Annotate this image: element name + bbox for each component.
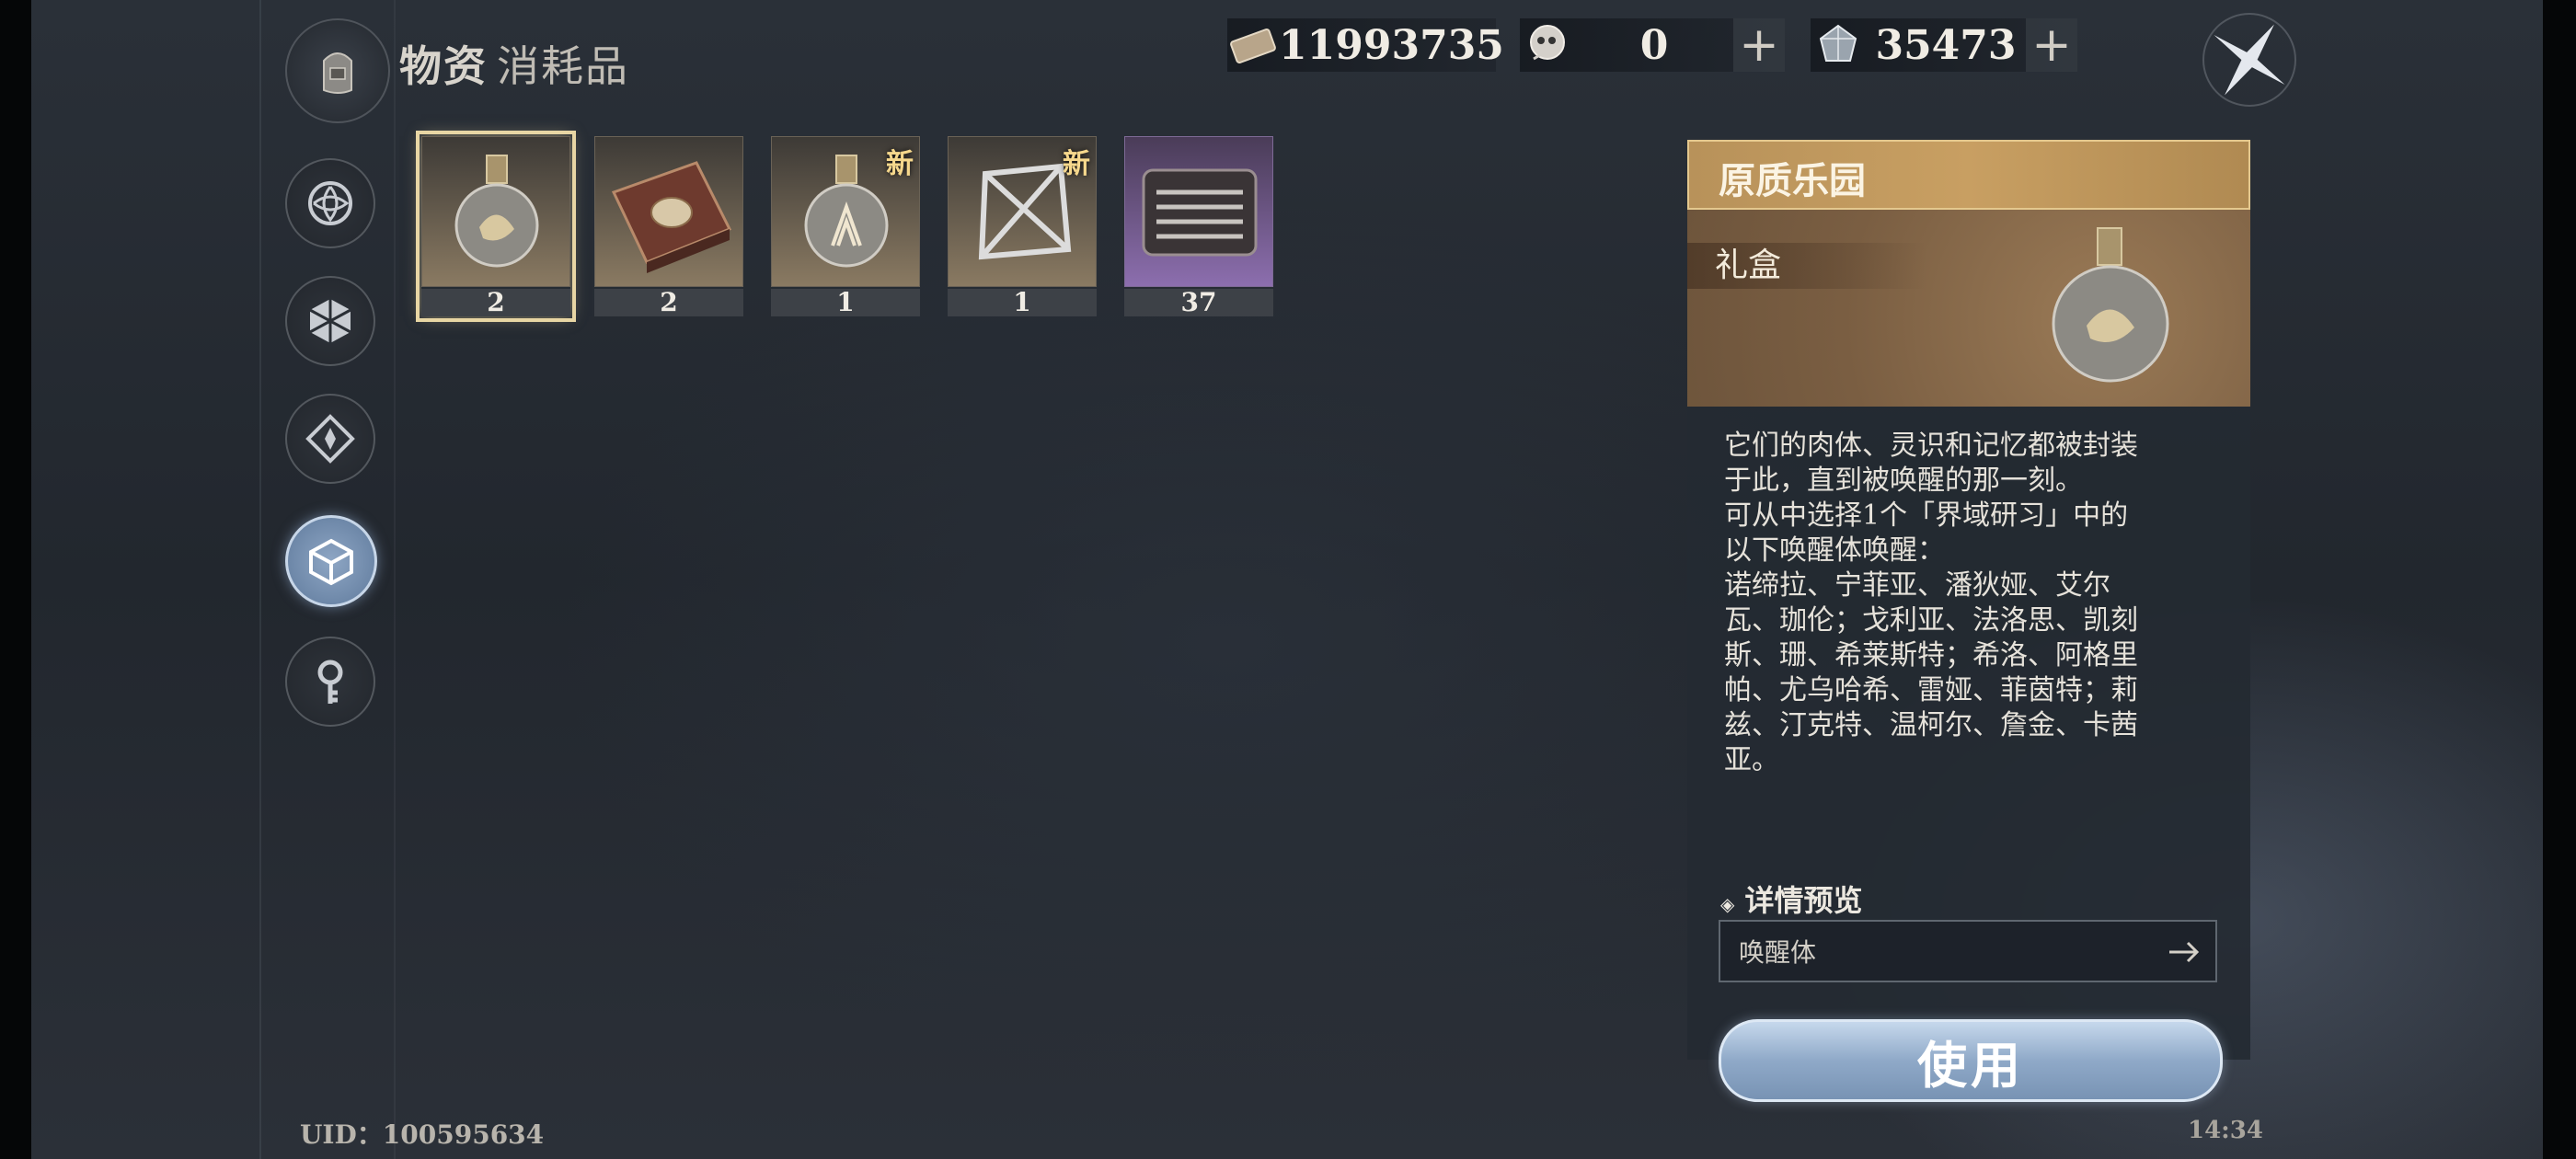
item-art	[1124, 136, 1273, 287]
ticket-icon	[1227, 18, 1279, 72]
preview-awakened-button[interactable]: 唤醒体	[1719, 920, 2217, 982]
detail-body: 它们的肉体、灵识和记忆都被封装 于此，直到被唤醒的那一刻。 可从中选择1个「界域…	[1687, 407, 2250, 1102]
item-slot-2[interactable]: 2	[594, 136, 743, 316]
new-badge: 新	[886, 148, 914, 180]
preview-value: 唤醒体	[1739, 937, 1817, 968]
preview-label: 详情预览	[1744, 883, 1863, 918]
diamond-icon	[305, 414, 355, 464]
item-slot-3[interactable]: 新 1	[771, 136, 920, 316]
backpack-icon	[323, 52, 352, 94]
currency-crystal: 35473 +	[1811, 17, 2077, 73]
crystal-icon	[1811, 18, 1866, 72]
currency-ticket: 11993735	[1227, 18, 1504, 72]
nav-button-diamond[interactable]	[285, 394, 375, 484]
add-crystal-button[interactable]: +	[2026, 17, 2077, 73]
item-count: 1	[771, 289, 920, 316]
gem-icon	[309, 299, 351, 343]
item-detail-panel: 原质乐园 礼盒 它们的肉体、灵识和记忆都被封装 于此，直到被唤醒的那一刻。 可从…	[1687, 140, 2250, 1102]
crystal-count: 35473	[1875, 21, 2017, 69]
item-slot-4[interactable]: 新 1	[948, 136, 1097, 316]
page-title: 物资 消耗品	[399, 33, 629, 94]
sidebar-divider-inner	[394, 0, 396, 1159]
use-button[interactable]: 使用	[1719, 1019, 2223, 1102]
letterbox-right	[2543, 0, 2576, 1159]
currency-skull: 0 +	[1520, 17, 1785, 73]
detail-title-bar: 原质乐园	[1687, 140, 2250, 210]
ticket-count: 11993735	[1279, 21, 1504, 69]
diamond-bullet-icon: ◈	[1720, 893, 1735, 915]
inventory-emblem	[285, 18, 390, 123]
key-icon	[317, 660, 343, 704]
item-art: 新	[948, 136, 1097, 287]
sidebar-divider	[259, 0, 261, 1159]
page-title-sub: 消耗品	[497, 41, 629, 91]
cube-icon	[309, 538, 353, 586]
skull-coin-count: 0	[1639, 21, 1669, 69]
letterbox-left	[0, 0, 31, 1159]
flask-icon	[2052, 227, 2169, 383]
skull-coin-icon	[1520, 18, 1575, 72]
flask-icon	[454, 155, 539, 268]
item-count: 1	[948, 289, 1097, 316]
item-type-label: 礼盒	[1687, 243, 1926, 289]
book-icon	[611, 161, 732, 273]
nav-button-swirl[interactable]	[285, 158, 375, 248]
nav-button-gem[interactable]	[285, 276, 375, 366]
uid-label: UID：100595634	[300, 1119, 545, 1150]
item-slot-5[interactable]: 37	[1124, 136, 1273, 316]
nav-button-key[interactable]	[285, 637, 375, 727]
nav-button-cube[interactable]	[285, 515, 377, 607]
tool-case-icon	[1142, 168, 1258, 257]
item-count: 37	[1124, 289, 1273, 316]
item-count: 2	[421, 289, 570, 316]
page-title-main: 物资	[399, 41, 488, 91]
item-art	[594, 136, 743, 287]
preview-heading: ◈ 详情预览	[1720, 878, 1863, 920]
item-count: 2	[594, 289, 743, 316]
swirl-icon	[308, 181, 352, 225]
item-slot-1[interactable]: 2	[416, 131, 576, 322]
item-art	[421, 136, 570, 287]
compass-menu-button[interactable]	[2199, 9, 2300, 110]
compass-icon	[2202, 13, 2296, 107]
item-art: 新	[771, 136, 920, 287]
detail-title: 原质乐园	[1719, 159, 1866, 202]
item-description: 它们的肉体、灵识和记忆都被封装 于此，直到被唤醒的那一刻。 可从中选择1个「界域…	[1724, 430, 2138, 776]
arrow-right-icon	[2169, 941, 2200, 963]
detail-banner: 礼盒	[1687, 210, 2250, 407]
clock: 14:34	[2188, 1117, 2263, 1144]
new-badge: 新	[1063, 148, 1090, 180]
add-skull-coin-button[interactable]: +	[1733, 17, 1785, 73]
